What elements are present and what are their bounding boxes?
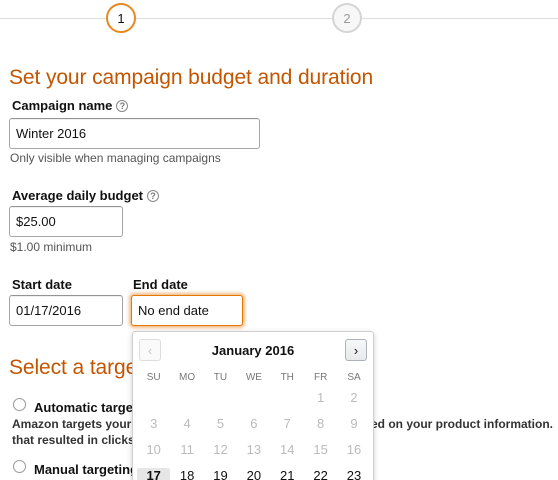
date-picker-popup: ‹ January 2016 › SU MO TU WE TH FR SA 1 2 3 4 5 6 7 8 9… [132, 331, 374, 480]
campaign-name-label-text: Campaign name [12, 98, 113, 113]
calendar-day[interactable]: 21 [271, 468, 304, 480]
manual-targeting-label[interactable]: Manual targeting [34, 462, 138, 477]
calendar-weekday: TU [213, 371, 228, 383]
calendar-day: 13 [246, 441, 262, 457]
calendar-weekday: SA [347, 371, 361, 383]
calendar-day[interactable]: 18 [170, 468, 203, 480]
calendar-weekday: FR [313, 371, 328, 383]
daily-budget-hint: $1.00 minimum [10, 240, 93, 254]
automatic-targeting-desc-left: Amazon targets your [12, 417, 132, 431]
automatic-targeting-label[interactable]: Automatic targe [34, 400, 133, 415]
automatic-targeting-radio[interactable] [13, 398, 26, 411]
calendar-day[interactable]: 20 [237, 468, 270, 480]
daily-budget-input[interactable] [9, 206, 123, 237]
calendar-day: 10 [146, 441, 161, 457]
calendar-day: 1 [317, 389, 325, 405]
calendar-weekday: MO [179, 371, 196, 383]
calendar-day: 2 [350, 389, 358, 405]
chevron-right-icon[interactable]: › [345, 339, 367, 361]
calendar-month-title: January 2016 [211, 343, 295, 358]
targeting-section-heading: Select a targe [9, 356, 138, 379]
calendar-week-row: 12 [137, 384, 371, 410]
calendar-grid: SU MO TU WE TH FR SA 1 2 3 4 5 6 7 8 9 10 11 12 13 14 15 16 17 1… [137, 370, 371, 480]
calendar-day: 3 [150, 415, 158, 431]
end-date-input[interactable] [131, 295, 243, 326]
calendar-week-row: 10 11 12 13 14 15 16 [137, 436, 371, 462]
calendar-day: 8 [317, 415, 325, 431]
calendar-day-today[interactable]: 17 [137, 467, 171, 480]
budget-section-heading: Set your campaign budget and duration [9, 66, 374, 89]
calendar-week-row: 17 18 19 20 21 22 23 [137, 462, 371, 480]
calendar-weekday: SU [146, 371, 161, 383]
calendar-day: 7 [283, 415, 291, 431]
campaign-name-label: Campaign name? [12, 98, 129, 113]
calendar-day[interactable]: 19 [204, 468, 237, 480]
manual-targeting-radio[interactable] [13, 460, 26, 473]
start-date-input[interactable] [9, 295, 123, 326]
end-date-label: End date [133, 277, 188, 292]
calendar-day: 5 [216, 415, 225, 431]
stepper-line-left [0, 18, 106, 19]
daily-budget-label: Average daily budget? [12, 188, 159, 203]
daily-budget-label-text: Average daily budget [12, 188, 143, 203]
calendar-day: 11 [180, 441, 194, 457]
calendar-day[interactable]: 23 [337, 468, 370, 480]
calendar-day: 9 [350, 415, 358, 431]
calendar-weekday: TH [280, 371, 294, 383]
calendar-day[interactable]: 22 [304, 468, 337, 480]
campaign-name-input[interactable] [9, 118, 260, 149]
calendar-day: 15 [313, 441, 328, 457]
calendar-day: 12 [213, 441, 228, 457]
start-date-label: Start date [12, 277, 72, 292]
calendar-day: 6 [250, 415, 258, 431]
stepper-line-right [362, 18, 558, 19]
campaign-name-hint: Only visible when managing campaigns [10, 151, 221, 165]
automatic-targeting-desc-right: ed on your product information. [371, 417, 553, 431]
calendar-weekday-row: SU MO TU WE TH FR SA [137, 370, 371, 384]
calendar-week-row: 3 4 5 6 7 8 9 [137, 410, 371, 436]
automatic-targeting-desc-line2: that resulted in clicks [12, 433, 135, 447]
step-2-indicator: 2 [332, 3, 362, 33]
calendar-day: 4 [183, 415, 191, 431]
stepper-line-middle [136, 18, 332, 19]
calendar-day: 16 [346, 441, 362, 457]
question-circle-icon[interactable]: ? [147, 190, 159, 202]
calendar-day: 14 [280, 441, 295, 457]
step-1-indicator: 1 [106, 3, 136, 33]
question-circle-icon[interactable]: ? [116, 100, 129, 112]
calendar-weekday: WE [245, 371, 262, 383]
